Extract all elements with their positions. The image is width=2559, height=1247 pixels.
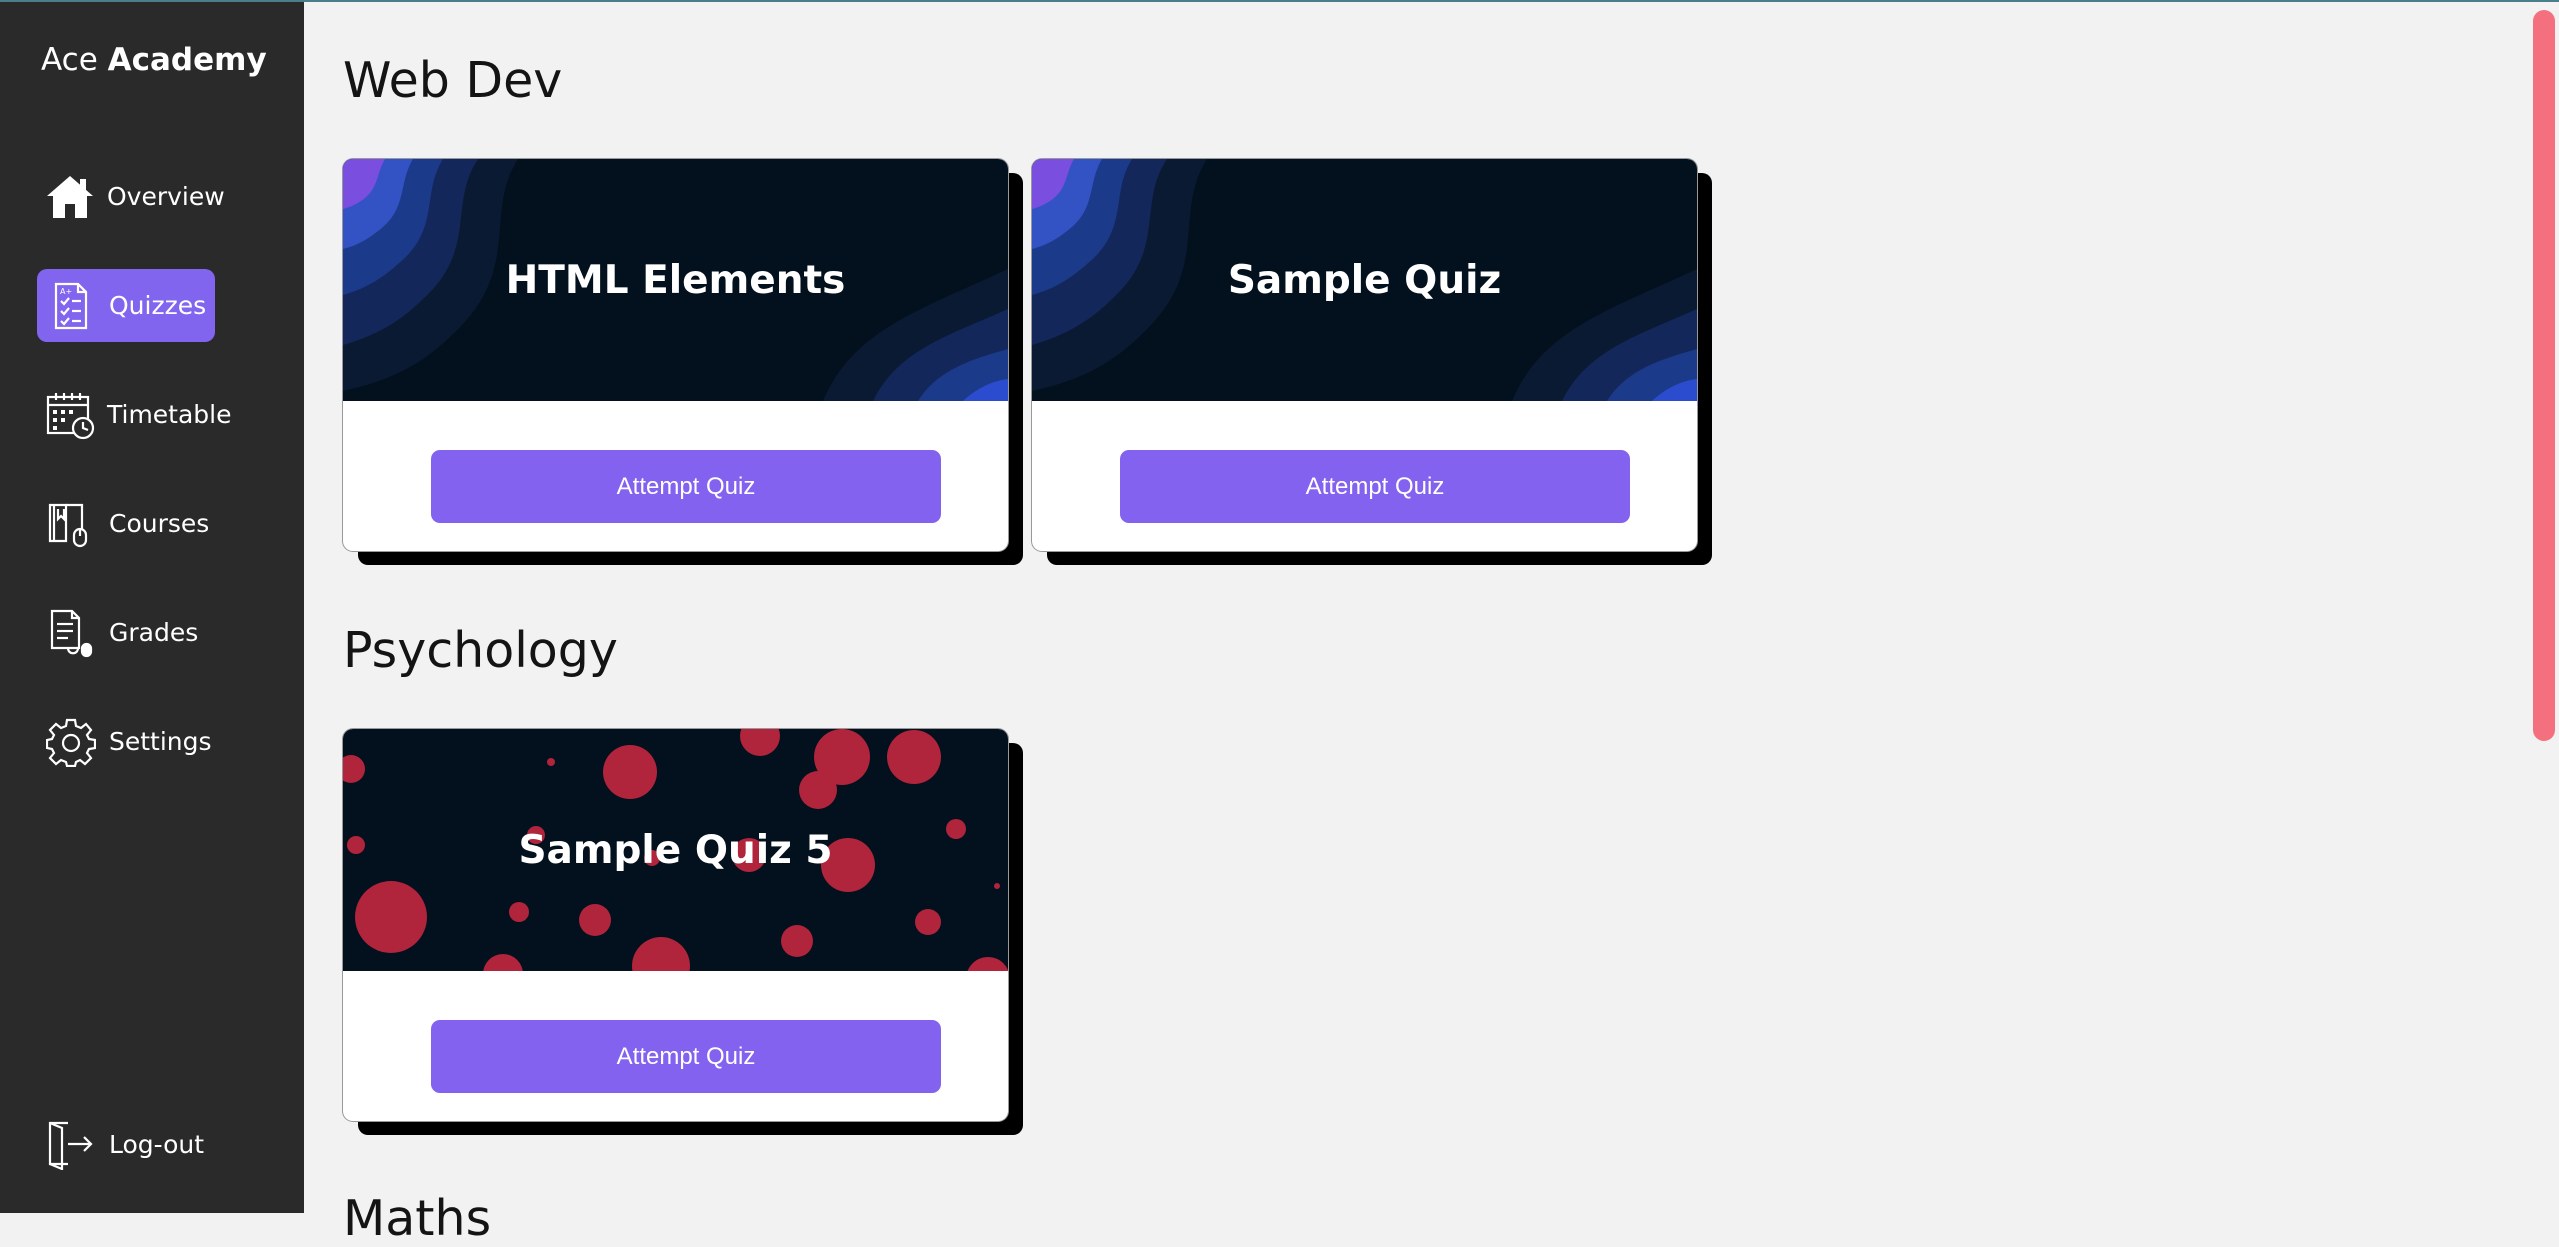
attempt-quiz-button[interactable]: Attempt Quiz bbox=[1120, 450, 1630, 523]
book-icon bbox=[45, 498, 97, 550]
card-body: Sample Quiz Attempt Quiz bbox=[1032, 159, 1697, 551]
sidebar-item-overview[interactable]: Overview bbox=[37, 160, 225, 233]
sidebar-item-courses[interactable]: Courses bbox=[37, 487, 215, 560]
attempt-quiz-button[interactable]: Attempt Quiz bbox=[431, 1020, 941, 1093]
card-body: HTML Elements Attempt Quiz bbox=[343, 159, 1008, 551]
logout-icon bbox=[45, 1119, 97, 1171]
sidebar-item-label: Overview bbox=[107, 182, 225, 211]
card-body: Sample Quiz 5 Attempt Quiz bbox=[343, 729, 1008, 1121]
quiz-card: Sample Quiz 5 Attempt Quiz bbox=[343, 729, 1023, 1135]
sidebar: Ace Academy Overview A+ Quizzes Timetabl… bbox=[0, 2, 304, 1213]
quiz-icon: A+ bbox=[45, 280, 97, 332]
sidebar-item-grades[interactable]: Grades bbox=[37, 596, 215, 669]
section-title-maths: Maths bbox=[343, 1190, 492, 1247]
quiz-card: Sample Quiz Attempt Quiz bbox=[1032, 159, 1712, 565]
quiz-banner: Sample Quiz bbox=[1032, 159, 1697, 401]
sidebar-item-timetable[interactable]: Timetable bbox=[37, 378, 232, 451]
section-title-web-dev: Web Dev bbox=[343, 52, 563, 109]
quiz-title: Sample Quiz bbox=[1227, 257, 1502, 303]
home-icon bbox=[45, 171, 95, 223]
calendar-icon bbox=[45, 389, 95, 441]
quiz-title: HTML Elements bbox=[505, 257, 846, 303]
sidebar-item-quizzes[interactable]: A+ Quizzes bbox=[37, 269, 215, 342]
attempt-quiz-button[interactable]: Attempt Quiz bbox=[431, 450, 941, 523]
scrollbar-thumb[interactable] bbox=[2533, 10, 2555, 741]
quiz-title: Sample Quiz 5 bbox=[518, 827, 833, 873]
sidebar-item-label: Courses bbox=[109, 509, 210, 538]
brand-light: Ace bbox=[41, 42, 108, 78]
quiz-card: HTML Elements Attempt Quiz bbox=[343, 159, 1023, 565]
sidebar-item-label: Timetable bbox=[107, 400, 232, 429]
section-title-psychology: Psychology bbox=[343, 622, 618, 679]
sidebar-item-label: Settings bbox=[109, 727, 212, 756]
quiz-banner: Sample Quiz 5 bbox=[343, 729, 1008, 971]
sidebar-item-label: Grades bbox=[109, 618, 199, 647]
sidebar-item-settings[interactable]: Settings bbox=[37, 705, 215, 778]
logout-label: Log-out bbox=[109, 1130, 205, 1159]
gear-icon bbox=[45, 716, 97, 768]
quiz-banner: HTML Elements bbox=[343, 159, 1008, 401]
brand-logo[interactable]: Ace Academy bbox=[41, 42, 267, 78]
svg-text:A+: A+ bbox=[60, 287, 72, 296]
logout-button[interactable]: Log-out bbox=[37, 1108, 215, 1181]
sidebar-item-label: Quizzes bbox=[109, 291, 207, 320]
grades-icon bbox=[45, 607, 97, 659]
brand-bold: Academy bbox=[107, 42, 267, 78]
